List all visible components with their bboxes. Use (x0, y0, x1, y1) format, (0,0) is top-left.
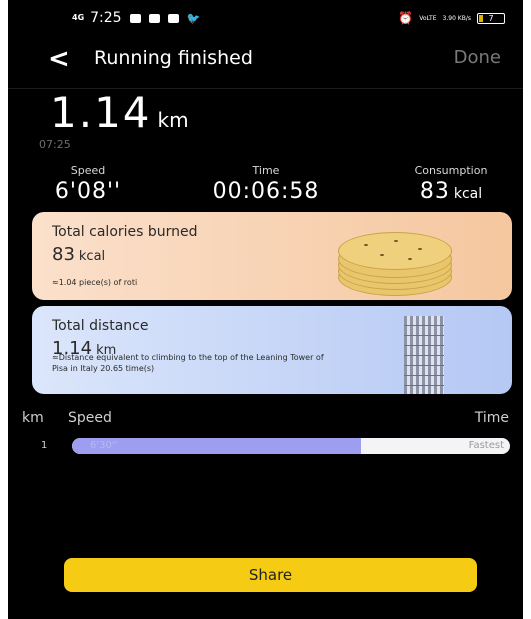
notification-icon (167, 13, 179, 23)
stat-label: Consumption (414, 164, 488, 177)
card-value: 83 kcal (52, 244, 105, 265)
signal-icon: 4G (72, 13, 85, 22)
stats-row: Speed 6'08'' Time 00:06:58 Consumption 8… (8, 164, 523, 204)
stat-unit: kcal (453, 186, 483, 202)
page-title: Running finished (94, 47, 253, 69)
stat-speed: Speed 6'08'' (48, 164, 128, 204)
card-note: ≈Distance equivalent to climbing to the … (52, 353, 324, 373)
split-pace-bar: 6'30'' Fastest (72, 438, 510, 454)
stat-value: 00:06:58 (212, 179, 320, 204)
status-bar: 4G 7:25 🐦 ⏰ VoLTE 3.90 KB/s 7 (8, 0, 523, 40)
stat-value-number: 83 (419, 179, 450, 204)
split-row: 1 6'30'' Fastest (8, 437, 523, 455)
distance-unit: km (157, 108, 189, 132)
page-header: < Running finished Done (8, 40, 523, 82)
calories-value: 83 (52, 244, 75, 265)
app-screen: 4G 7:25 🐦 ⏰ VoLTE 3.90 KB/s 7 < Running … (8, 0, 523, 619)
volte-indicator: VoLTE (419, 14, 437, 22)
battery-icon: 7 (477, 12, 505, 24)
stat-value: 83 kcal (396, 179, 506, 204)
run-start-time: 07:25 (39, 138, 71, 151)
battery-level: 7 (488, 13, 494, 23)
card-heading: Total distance (52, 318, 149, 334)
stat-value: 6'08'' (54, 179, 122, 204)
distance-value: 1.14 (50, 88, 152, 137)
alarm-icon: ⏰ (398, 11, 414, 25)
col-km: km (22, 410, 44, 426)
mail-icon (148, 13, 160, 23)
twitter-icon: 🐦 (186, 11, 201, 25)
split-km: 1 (41, 440, 48, 451)
calories-card[interactable]: Total calories burned 83 kcal ≈1.04 piece… (32, 212, 512, 300)
col-time: Time (474, 410, 509, 426)
stat-time: Time 00:06:58 (196, 164, 336, 204)
distance-card[interactable]: Total distance 1.14 km ≈Distance equivale… (32, 306, 512, 394)
total-distance: 1.14 km (50, 88, 189, 137)
stat-label: Speed (70, 164, 106, 177)
split-pace: 6'30'' (90, 440, 118, 451)
roti-illustration (334, 224, 454, 296)
fastest-badge: Fastest (468, 440, 504, 451)
back-button[interactable]: < (48, 44, 70, 74)
stat-label: Time (252, 164, 280, 177)
done-button[interactable]: Done (454, 47, 501, 68)
network-speed: 3.90 KB/s (442, 14, 471, 22)
youtube-icon (129, 13, 141, 23)
col-speed: Speed (68, 410, 112, 426)
status-time: 7:25 (90, 10, 122, 26)
calories-unit: kcal (78, 249, 106, 264)
card-heading: Total calories burned (52, 224, 198, 240)
card-note: ≈1.04 piece(s) of roti (52, 278, 138, 287)
stat-consumption: Consumption 83 kcal (396, 164, 506, 204)
share-button[interactable]: Share (64, 558, 477, 592)
tower-of-pisa-illustration (404, 314, 444, 394)
